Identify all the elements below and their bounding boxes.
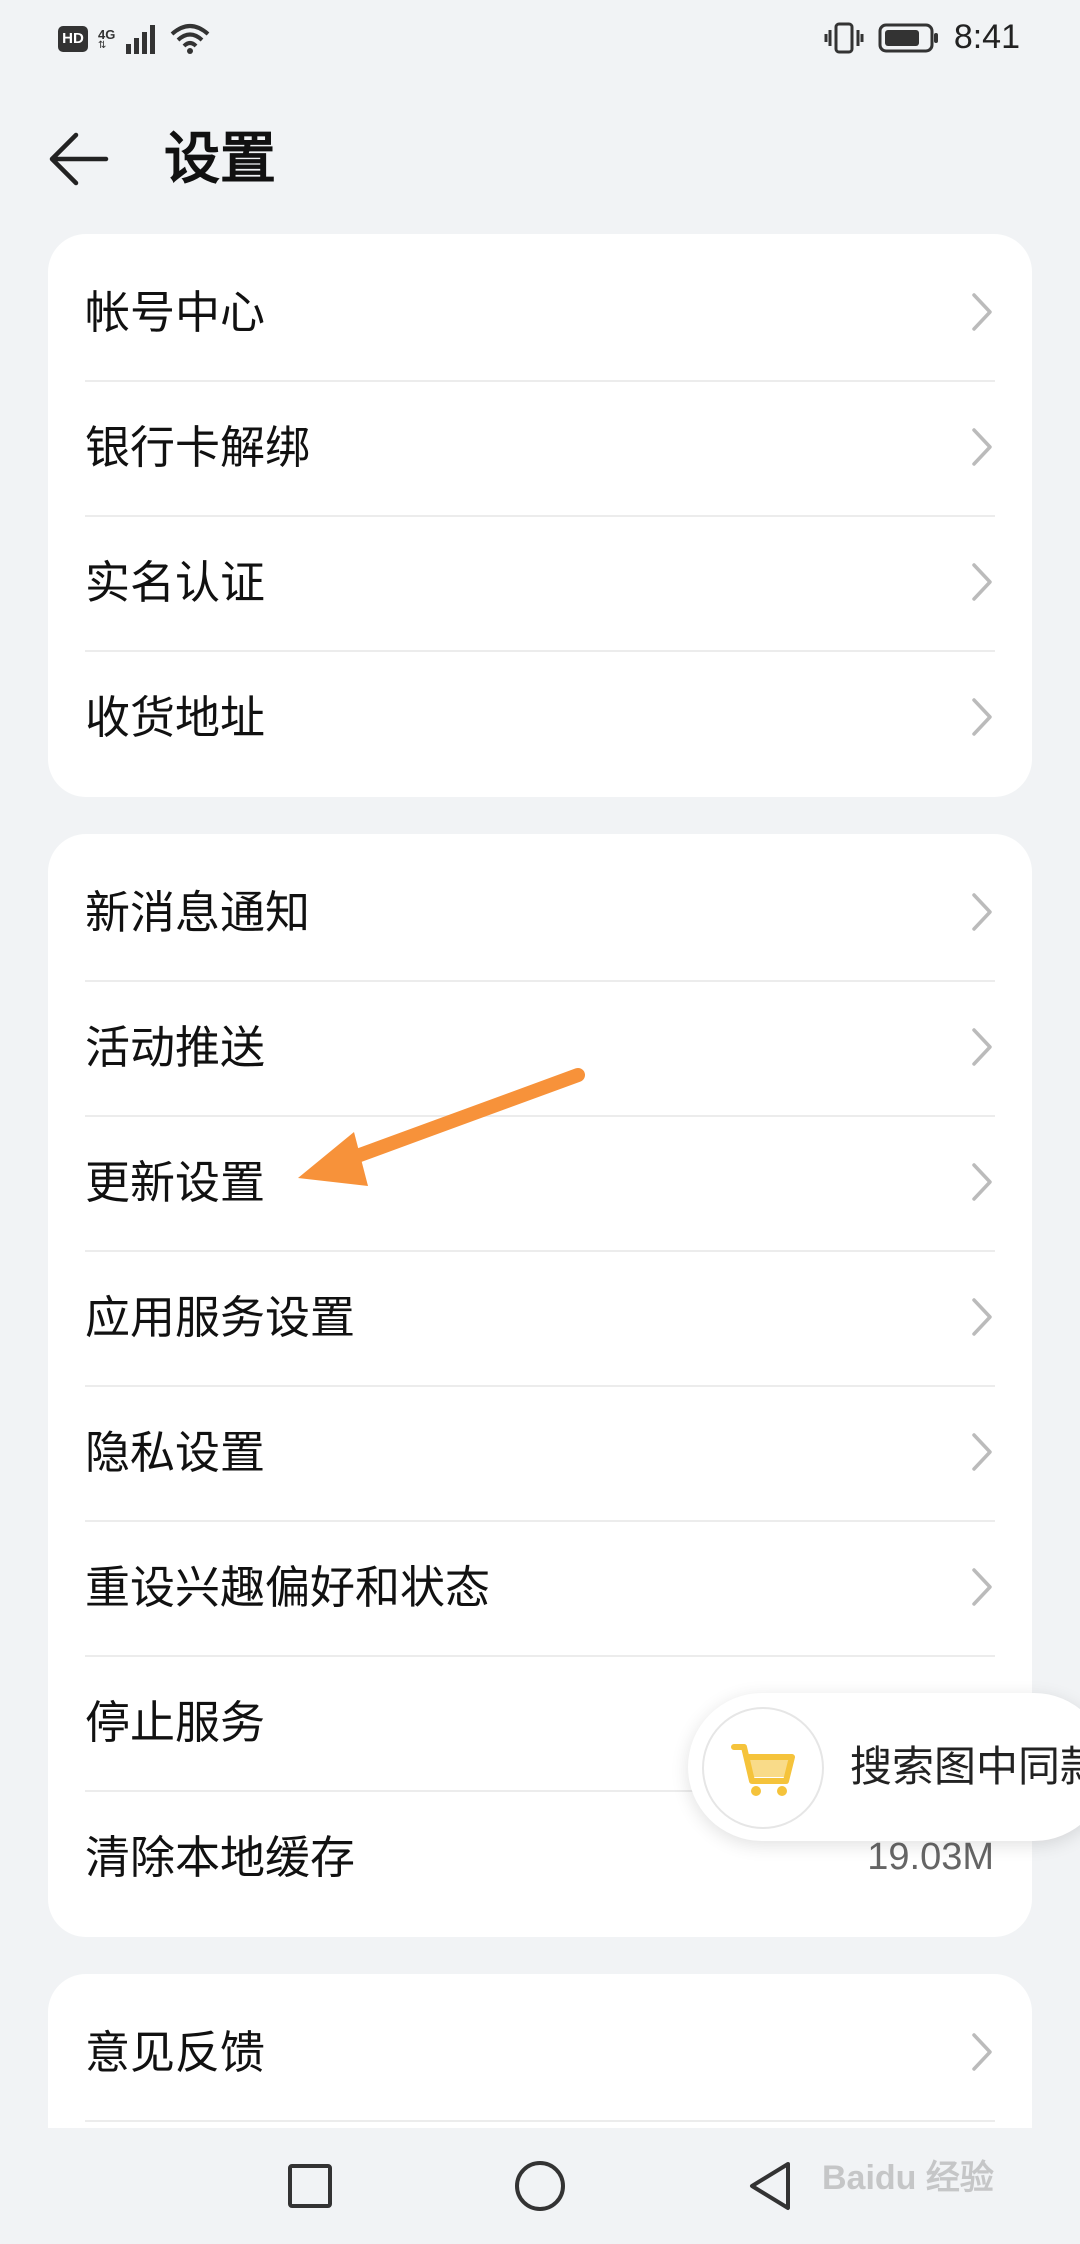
settings-item-promotions[interactable]: 活动推送 [48, 980, 1032, 1115]
floating-search-same-item[interactable]: 搜索图中同款 [688, 1693, 1080, 1841]
settings-item-notifications[interactable]: 新消息通知 [48, 845, 1032, 980]
chevron-right-icon [972, 1028, 992, 1066]
status-right: 8:41 [824, 18, 1020, 57]
home-icon[interactable] [500, 2146, 580, 2226]
settings-item-label: 帐号中心 [85, 286, 266, 339]
settings-item-label: 活动推送 [85, 1021, 266, 1074]
settings-item-reset-interests[interactable]: 重设兴趣偏好和状态 [48, 1520, 1032, 1655]
chevron-right-icon [972, 2033, 992, 2071]
app-header: 设置 [0, 110, 1080, 220]
settings-item-label: 收货地址 [85, 691, 266, 744]
shopping-cart-icon [731, 1744, 795, 1796]
network-indicator: 4G ⇅ [98, 26, 116, 51]
network-type: 4G [98, 26, 116, 42]
vibrate-icon [824, 22, 864, 53]
chevron-right-icon [972, 893, 992, 931]
settings-item-label: 更新设置 [85, 1156, 266, 1209]
back-arrow-icon[interactable] [44, 124, 114, 194]
settings-item-app-service[interactable]: 应用服务设置 [48, 1250, 1032, 1385]
cart-icon-circle [702, 1707, 824, 1829]
settings-item-privacy[interactable]: 隐私设置 [48, 1385, 1032, 1520]
wifi-icon [171, 24, 210, 54]
settings-item-label: 意见反馈 [85, 2026, 266, 2079]
chevron-right-icon [972, 563, 992, 601]
search-same-item-label: 搜索图中同款 [850, 1742, 1080, 1791]
settings-item-feedback[interactable]: 意见反馈 [48, 1985, 1032, 2120]
settings-item-label: 清除本地缓存 [85, 1831, 356, 1884]
chevron-right-icon [972, 1163, 992, 1201]
chevron-right-icon [972, 698, 992, 736]
settings-item-label: 新消息通知 [85, 886, 311, 939]
back-nav-icon[interactable] [730, 2146, 810, 2226]
settings-group-account: 帐号中心 银行卡解绑 实名认证 收货地址 [48, 234, 1032, 797]
battery-icon [878, 23, 938, 52]
chevron-right-icon [972, 1433, 992, 1471]
settings-item-account-center[interactable]: 帐号中心 [48, 245, 1032, 380]
page-title: 设置 [164, 127, 276, 192]
settings-item-label: 实名认证 [85, 556, 266, 609]
chevron-right-icon [972, 293, 992, 331]
chevron-right-icon [972, 428, 992, 466]
status-bar: HD 4G ⇅ 8:41 [0, 0, 1080, 80]
settings-item-shipping-address[interactable]: 收货地址 [48, 650, 1032, 785]
clock: 8:41 [953, 18, 1020, 56]
divider [85, 2120, 995, 2122]
settings-item-label: 停止服务 [85, 1696, 266, 1749]
settings-item-label: 重设兴趣偏好和状态 [85, 1561, 491, 1614]
signal-icon [126, 25, 156, 54]
chevron-right-icon [972, 1568, 992, 1606]
settings-item-real-name[interactable]: 实名认证 [48, 515, 1032, 650]
hd-badge: HD [58, 26, 88, 52]
settings-item-label: 隐私设置 [85, 1426, 266, 1479]
chevron-right-icon [972, 1298, 992, 1336]
settings-item-label: 银行卡解绑 [85, 421, 311, 474]
status-left: HD 4G ⇅ [58, 22, 211, 56]
watermark-logo: Baidu 经验 [822, 2159, 994, 2197]
settings-item-unbind-bank-card[interactable]: 银行卡解绑 [48, 380, 1032, 515]
settings-item-label: 应用服务设置 [85, 1291, 356, 1344]
recent-apps-icon[interactable] [270, 2146, 350, 2226]
settings-item-update-settings[interactable]: 更新设置 [48, 1115, 1032, 1250]
